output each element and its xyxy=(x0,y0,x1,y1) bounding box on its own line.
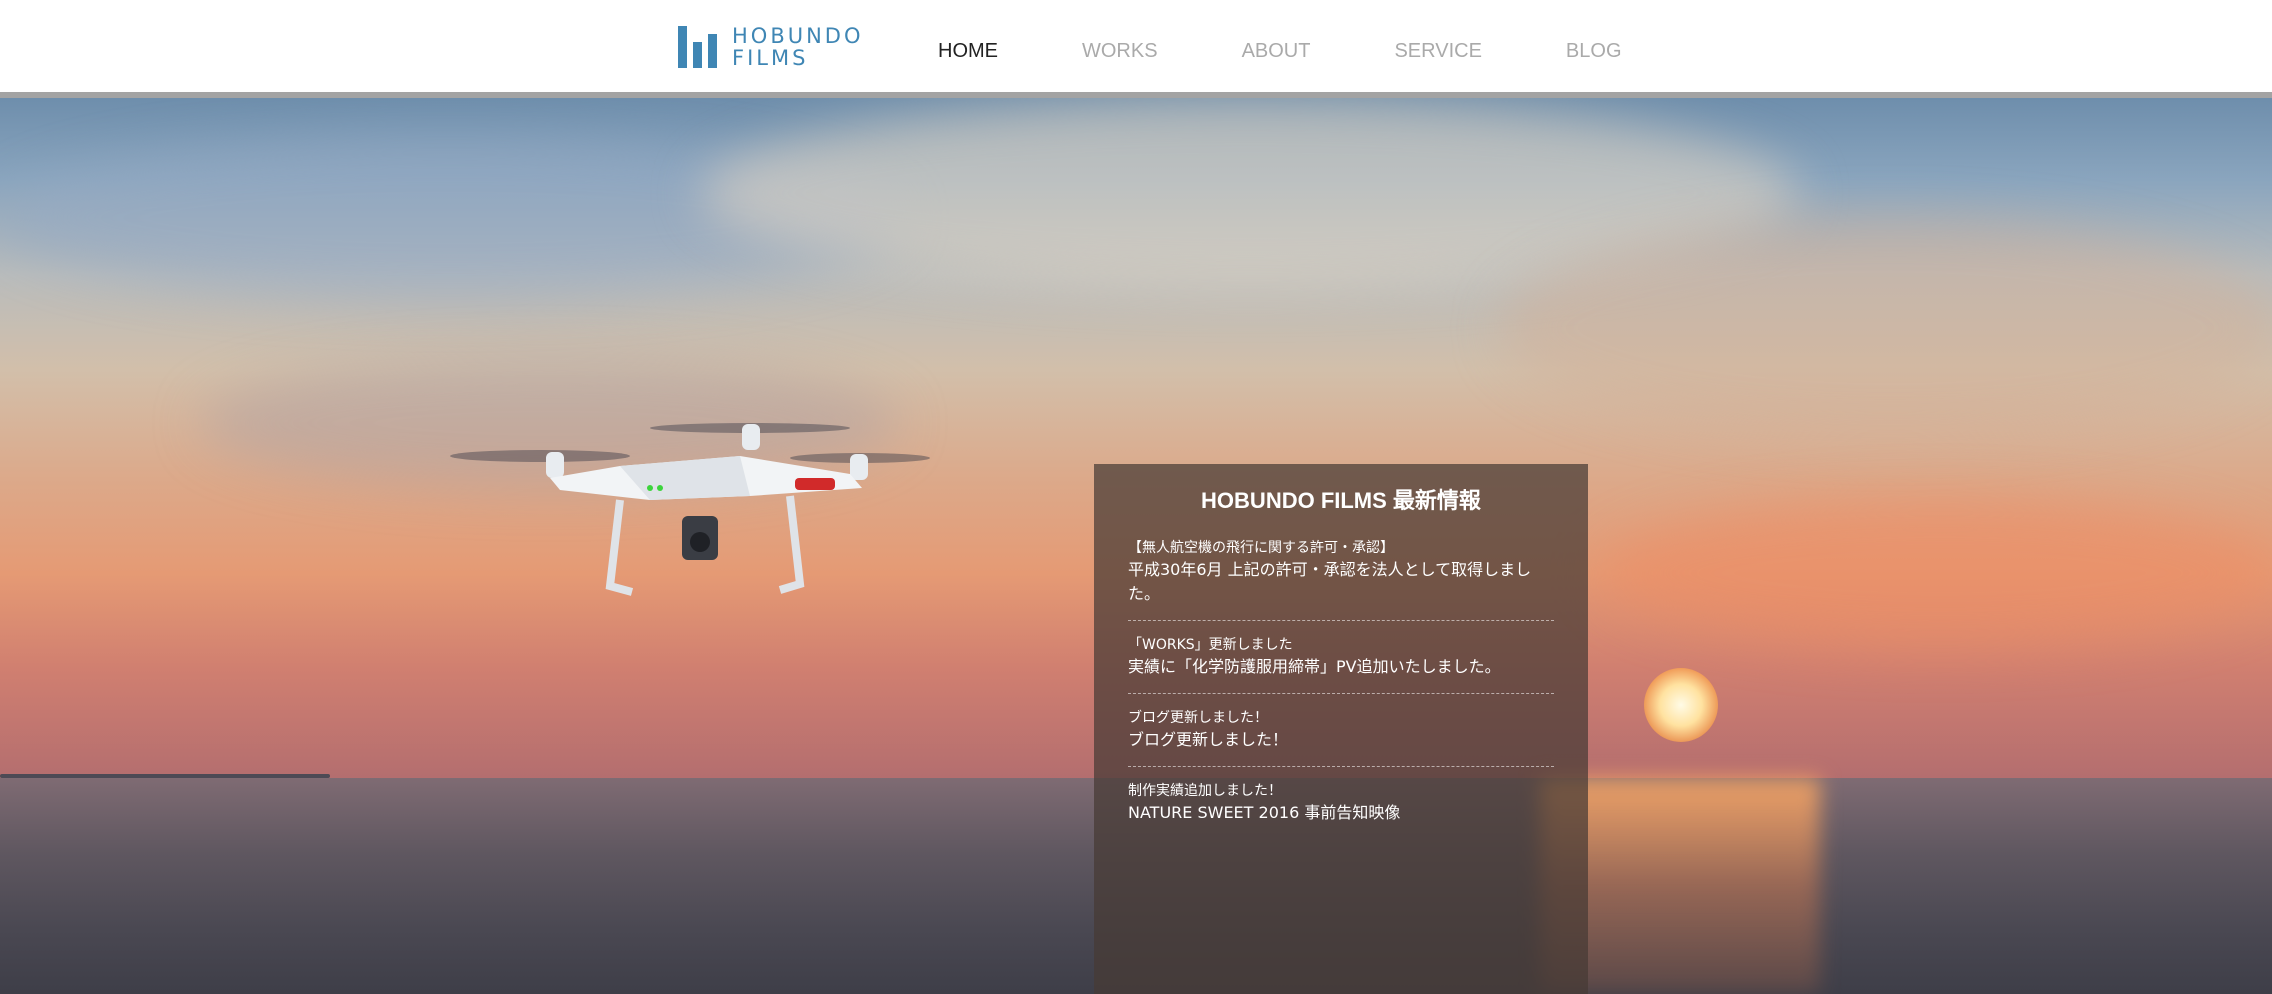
news-item[interactable]: ブログ更新しました！ ブログ更新しました！ xyxy=(1128,708,1554,767)
nav-works[interactable]: WORKS xyxy=(1082,40,1158,63)
news-item-body: 平成30年6月 上記の許可・承認を法人として取得しました。 xyxy=(1128,560,1532,603)
nav-home[interactable]: HOME xyxy=(938,40,998,63)
news-item-caption: 制作実績追加しました！ xyxy=(1128,783,1282,799)
main-nav: HOME WORKS ABOUT SERVICE BLOG xyxy=(938,38,1622,64)
news-title: HOBUNDO FILMS 最新情報 xyxy=(1201,488,1481,513)
logo-line-2: FILMS xyxy=(732,46,809,70)
logo-text: HOBUNDO FILMS xyxy=(732,25,864,69)
news-item-body: 実績に「化学防護服用締帯」PV追加いたしました。 xyxy=(1128,657,1501,676)
news-item[interactable]: 「WORKS」更新しました 実績に「化学防護服用締帯」PV追加いたしました。 xyxy=(1128,635,1554,694)
nav-blog[interactable]: BLOG xyxy=(1566,40,1622,63)
logo-icon xyxy=(678,26,720,68)
news-item-caption: 「WORKS」更新しました xyxy=(1128,637,1293,653)
news-item[interactable]: 【無人航空機の飛行に関する許可・承認】 平成30年6月 上記の許可・承認を法人と… xyxy=(1128,538,1554,621)
drone-icon xyxy=(450,423,930,596)
cloud-shape xyxy=(1500,218,2272,438)
hero-image: HOBUNDO FILMS 最新情報 【無人航空機の飛行に関する許可・承認】 平… xyxy=(0,98,2272,994)
news-item[interactable]: 制作実績追加しました！ NATURE SWEET 2016 事前告知映像 xyxy=(1128,781,1554,839)
logo-line-1: HOBUNDO xyxy=(732,24,864,48)
news-item-caption: ブログ更新しました！ xyxy=(1128,710,1268,726)
news-list: 【無人航空機の飛行に関する許可・承認】 平成30年6月 上記の許可・承認を法人と… xyxy=(1128,538,1554,839)
nav-about[interactable]: ABOUT xyxy=(1242,40,1311,63)
cloud-shape xyxy=(1600,498,2272,648)
logo-link[interactable]: HOBUNDO FILMS xyxy=(678,25,864,69)
news-item-caption: 【無人航空機の飛行に関する許可・承認】 xyxy=(1128,540,1394,556)
sun-shape xyxy=(1644,668,1718,742)
site-header: HOBUNDO FILMS HOME WORKS ABOUT SERVICE B… xyxy=(0,0,2272,92)
nav-service[interactable]: SERVICE xyxy=(1394,40,1481,63)
news-item-body: ブログ更新しました！ xyxy=(1128,730,1289,749)
news-panel: HOBUNDO FILMS 最新情報 【無人航空機の飛行に関する許可・承認】 平… xyxy=(1094,464,1588,994)
news-item-body: NATURE SWEET 2016 事前告知映像 xyxy=(1128,803,1401,822)
